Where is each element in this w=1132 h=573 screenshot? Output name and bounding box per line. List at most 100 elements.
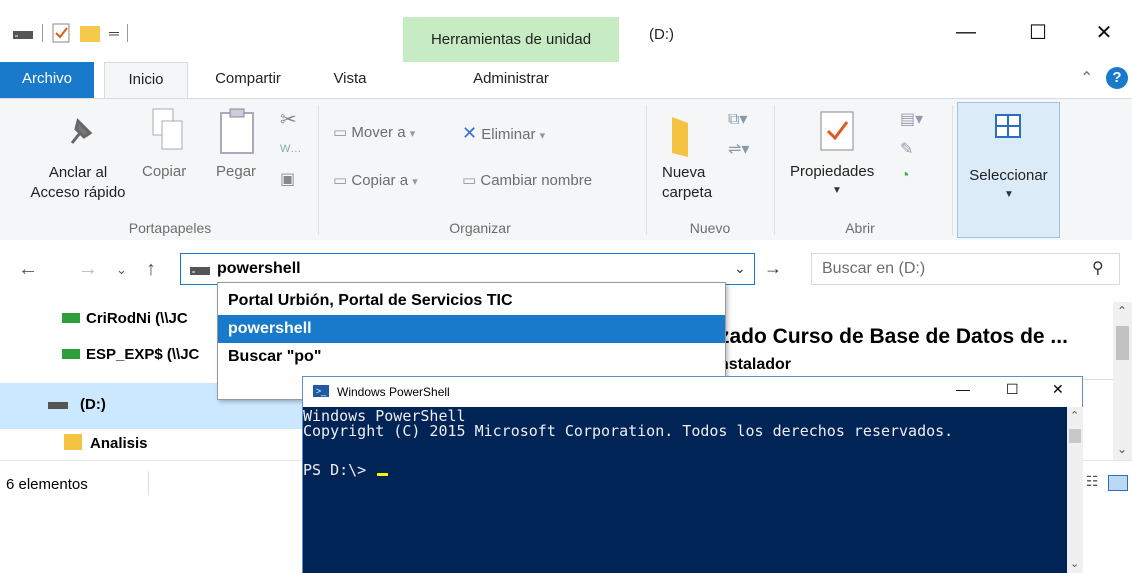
nav-item-label: ESP_EXP$ (\\JC <box>86 346 200 363</box>
search-box[interactable]: Buscar en (D:) ⚲ <box>811 253 1120 285</box>
nav-item-label: Analisis <box>90 435 148 452</box>
console-prompt: PS D:\> <box>303 461 376 479</box>
delete-label: Eliminar <box>481 126 536 143</box>
drive-icon <box>190 267 210 275</box>
group-organizar: Organizar <box>449 220 511 236</box>
history-icon[interactable]: ◔ <box>900 167 910 185</box>
copy-to-icon: ▭ <box>333 172 348 189</box>
nav-item-label: (D:) <box>80 396 106 413</box>
nav-item-esp-exp[interactable]: ESP_EXP$ (\\JC <box>62 346 199 363</box>
large-icons-view-icon[interactable] <box>1108 475 1128 491</box>
rename-icon: ▭ <box>462 172 477 189</box>
tab-inicio[interactable]: Inicio <box>104 62 188 99</box>
drive-tools-context-tab: Herramientas de unidad <box>403 17 619 62</box>
group-separator <box>774 105 775 235</box>
paste-icon[interactable] <box>218 107 256 155</box>
open-icon[interactable]: ▤▾ <box>900 109 923 129</box>
copy-button[interactable]: Copiar <box>142 163 186 180</box>
move-to-label: Mover a <box>351 124 406 141</box>
properties-button[interactable]: Propiedades <box>790 163 874 180</box>
address-bar[interactable]: powershell ⌄ <box>180 253 755 285</box>
nav-item-crirodni[interactable]: CriRodNi (\\JC <box>62 310 188 327</box>
back-arrow-icon[interactable]: ← <box>18 258 38 281</box>
maximize-button[interactable]: ☐ <box>1010 12 1066 52</box>
properties-dropdown-icon[interactable]: ▼ <box>832 185 842 196</box>
help-icon[interactable]: ? <box>1106 67 1128 89</box>
ps-minimize-button[interactable]: — <box>956 381 970 397</box>
properties-large-icon[interactable] <box>818 109 856 153</box>
cut-icon[interactable]: ✂ <box>280 107 297 132</box>
tab-compartir[interactable]: Compartir <box>196 62 300 98</box>
scroll-down-icon[interactable]: ⌄ <box>1070 557 1079 570</box>
autocomplete-item[interactable]: Portal Urbión, Portal de Servicios TIC <box>218 287 725 315</box>
edit-icon[interactable]: ✎ <box>900 139 913 159</box>
copy-to-label: Copiar a <box>351 172 409 189</box>
recent-locations-icon[interactable]: ⌄ <box>116 262 127 278</box>
up-arrow-icon[interactable]: ↑ <box>146 258 156 281</box>
group-nuevo: Nuevo <box>689 220 731 236</box>
autocomplete-item-selected[interactable]: powershell <box>218 315 725 343</box>
collapse-ribbon-icon[interactable]: ⌃ <box>1080 68 1093 88</box>
group-separator <box>646 105 647 235</box>
content-scrollbar[interactable]: ⌃ ⌄ <box>1113 302 1132 460</box>
move-icon: ▭ <box>333 124 348 141</box>
qat-dropdown-icon[interactable]: ═ <box>109 25 119 41</box>
nav-item-drive-d[interactable]: (D:) <box>48 396 106 413</box>
paste-button[interactable]: Pegar <box>216 163 256 180</box>
new-folder-button[interactable]: Nueva carpeta <box>662 163 712 203</box>
scroll-down-icon[interactable]: ⌄ <box>1117 442 1127 456</box>
chevron-down-icon: ▾ <box>539 130 546 142</box>
new-folder-icon[interactable] <box>79 23 101 43</box>
item-count: 6 elementos <box>6 476 88 493</box>
drive-icon[interactable] <box>12 26 34 40</box>
minimize-button[interactable]: — <box>938 12 994 52</box>
new-item-icon[interactable]: ⧉▾ <box>728 109 747 129</box>
content-item-title[interactable]: zado Curso de Base de Datos de ... <box>719 325 1068 349</box>
qat-separator <box>42 24 43 42</box>
copy-path-icon[interactable]: W… <box>280 143 301 155</box>
scroll-up-icon[interactable]: ⌃ <box>1117 304 1127 318</box>
paste-shortcut-icon[interactable]: ▣ <box>280 169 295 189</box>
console-prompt-line: PS D:\> <box>303 461 389 479</box>
rename-button[interactable]: ▭ Cambiar nombre <box>462 171 592 189</box>
select-label: Seleccionar <box>969 167 1048 184</box>
autocomplete-item[interactable]: Buscar "po" <box>218 343 725 371</box>
nav-item-label: CriRodNi (\\JC <box>86 310 188 327</box>
nav-item-analisis[interactable]: Analisis <box>64 434 148 452</box>
delete-button[interactable]: ✕ Eliminar ▾ <box>462 123 545 144</box>
powershell-scrollbar[interactable]: ⌃ ⌄ <box>1067 407 1083 573</box>
tab-administrar[interactable]: Administrar <box>403 62 619 98</box>
scroll-thumb[interactable] <box>1116 326 1129 360</box>
pin-icon[interactable] <box>64 115 96 151</box>
new-folder-large-icon[interactable] <box>668 113 696 159</box>
tab-vista[interactable]: Vista <box>318 62 382 98</box>
powershell-console[interactable]: Windows PowerShell Copyright (C) 2015 Mi… <box>303 407 1067 573</box>
ps-close-button[interactable]: ✕ <box>1052 381 1064 398</box>
address-input[interactable]: powershell <box>217 260 301 278</box>
powershell-icon: >_ <box>313 385 329 397</box>
scroll-thumb[interactable] <box>1069 429 1081 443</box>
copy-icon[interactable] <box>150 107 186 153</box>
select-button[interactable]: Seleccionar ▼ <box>957 102 1060 238</box>
pin-quick-access-button[interactable]: Anclar al Acceso rápido <box>8 163 148 203</box>
ps-maximize-button[interactable]: ☐ <box>1006 381 1019 398</box>
easy-access-icon[interactable]: ⇌▾ <box>728 139 749 159</box>
properties-icon[interactable] <box>51 22 71 44</box>
tab-archivo[interactable]: Archivo <box>0 62 94 98</box>
scroll-up-icon[interactable]: ⌃ <box>1070 409 1079 422</box>
forward-arrow-icon[interactable]: → <box>78 258 98 281</box>
close-button[interactable]: ✕ <box>1076 12 1132 52</box>
move-to-button[interactable]: ▭ Mover a ▾ <box>333 123 415 141</box>
network-drive-icon <box>62 313 80 323</box>
go-arrow-icon[interactable]: → <box>764 258 782 279</box>
details-view-icon[interactable]: ☷ <box>1086 473 1099 490</box>
search-placeholder: Buscar en (D:) <box>822 260 926 277</box>
address-dropdown-icon[interactable]: ⌄ <box>734 260 746 277</box>
powershell-title: Windows PowerShell <box>337 385 450 399</box>
copy-to-button[interactable]: ▭ Copiar a ▾ <box>333 171 418 189</box>
content-divider <box>1083 379 1113 380</box>
group-separator <box>318 105 319 235</box>
ribbon: Anclar al Acceso rápido Copiar Pegar ✂ W… <box>0 98 1132 242</box>
quick-access-toolbar: ═ <box>12 22 128 44</box>
search-icon[interactable]: ⚲ <box>1092 258 1104 278</box>
